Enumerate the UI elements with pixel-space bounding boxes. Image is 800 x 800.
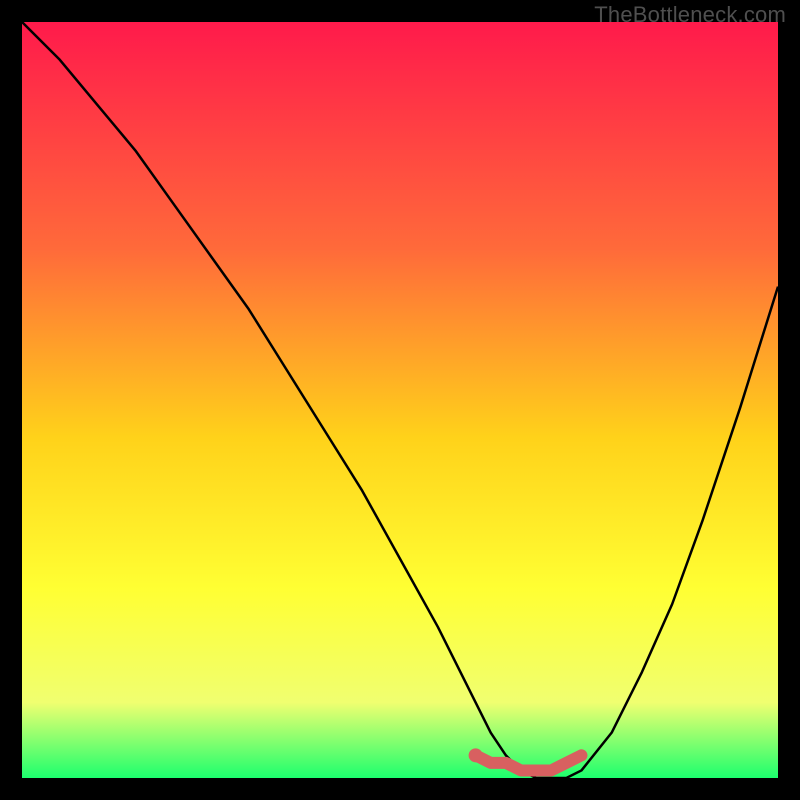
chart-frame: TheBottleneck.com [0,0,800,800]
plot-area [22,22,778,778]
chart-svg [22,22,778,778]
gradient-background [22,22,778,778]
optimal-range-start-dot [469,748,483,762]
